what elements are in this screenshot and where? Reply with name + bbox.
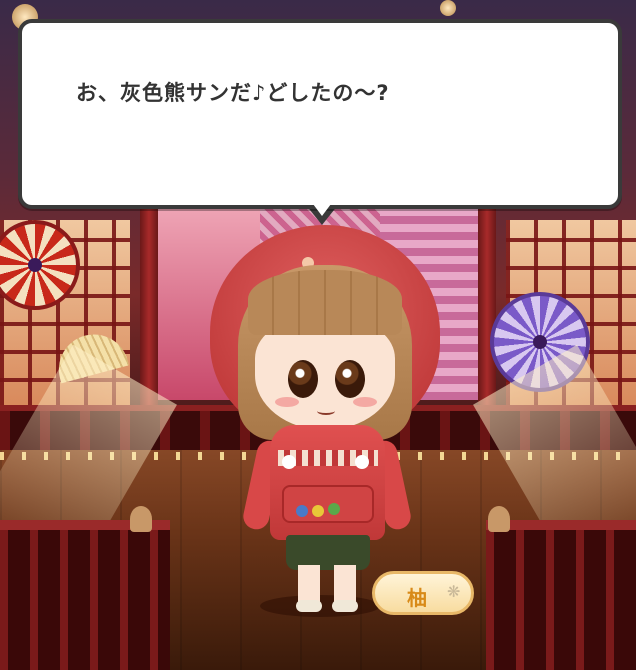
character-shoe: [332, 600, 358, 612]
pocket-button: [312, 505, 324, 517]
nameplate-label: 柚: [407, 586, 427, 610]
hoodie-pompom: [282, 455, 296, 469]
character-mouth: [317, 407, 335, 415]
railing-post-cap: [130, 506, 152, 532]
character-bangs: [248, 270, 402, 335]
character-eye-right: [335, 360, 365, 398]
character-shoe: [296, 600, 322, 612]
chibi-character[interactable]: [210, 225, 440, 625]
character-leg: [334, 565, 356, 605]
sweater-pocket: [282, 485, 374, 523]
pocket-button: [328, 503, 340, 515]
game-scene: お、灰色熊サンだ♪どしたの～? 柚 ❋: [0, 0, 636, 670]
hoodie-pompom: [355, 455, 369, 469]
railing-post-cap: [488, 506, 510, 532]
lantern-ornament: [440, 0, 456, 16]
dialogue-text: お、灰色熊サンだ♪どしたの～?: [76, 81, 390, 105]
pocket-button: [296, 505, 308, 517]
stage-front-railing-left: [0, 520, 170, 670]
character-eye-left: [288, 360, 318, 398]
stage-front-railing-right: [486, 520, 636, 670]
character-blush: [353, 397, 377, 407]
sparkle-icon: ❋: [447, 582, 461, 601]
dialogue-box[interactable]: お、灰色熊サンだ♪どしたの～?: [18, 19, 622, 209]
character-nameplate: 柚 ❋: [372, 571, 474, 615]
character-leg: [298, 565, 320, 605]
dialog-tail: [310, 200, 334, 216]
character-blush: [275, 397, 299, 407]
